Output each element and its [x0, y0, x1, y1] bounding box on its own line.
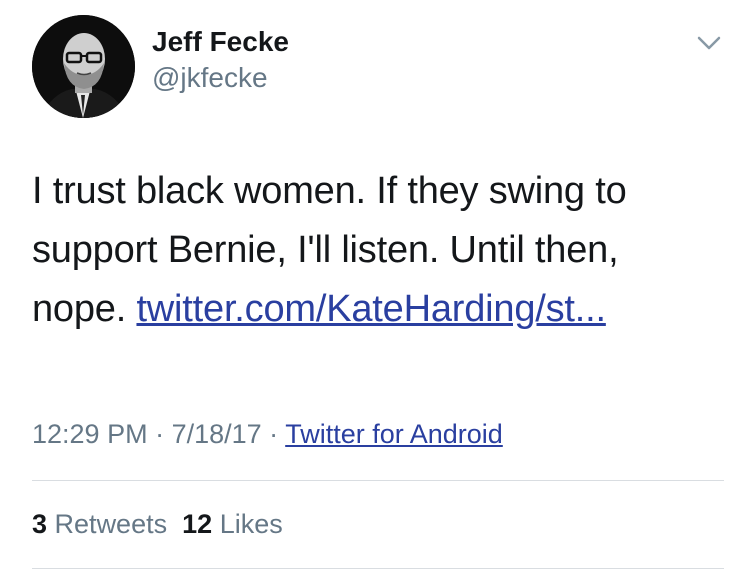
tweet-date: 7/18/17 [171, 419, 262, 449]
retweets-stat[interactable]: 3 Retweets [32, 509, 167, 539]
tweet-link[interactable]: twitter.com/KateHarding/st... [136, 288, 606, 330]
divider [32, 568, 724, 569]
tweet-text: I trust black women. If they swing to su… [32, 162, 722, 339]
avatar[interactable] [32, 15, 135, 118]
divider [32, 480, 724, 481]
retweets-count: 3 [32, 509, 48, 539]
retweets-label: Retweets [54, 509, 168, 539]
author-handle[interactable]: @jkfecke [152, 62, 268, 94]
likes-count: 12 [182, 509, 213, 539]
likes-stat[interactable]: 12 Likes [182, 509, 283, 539]
profile-photo-icon [32, 15, 135, 118]
tweet-stats: 3 Retweets 12 Likes [32, 507, 283, 541]
tweet-source-link[interactable]: Twitter for Android [285, 419, 503, 449]
tweet-time: 12:29 PM [32, 419, 148, 449]
author-name[interactable]: Jeff Fecke [152, 26, 289, 58]
meta-separator: · [261, 419, 286, 449]
tweet-meta: 12:29 PM · 7/18/17 · Twitter for Android [32, 417, 503, 451]
likes-label: Likes [219, 509, 283, 539]
meta-separator: · [147, 419, 172, 449]
chevron-down-icon[interactable] [694, 32, 724, 56]
